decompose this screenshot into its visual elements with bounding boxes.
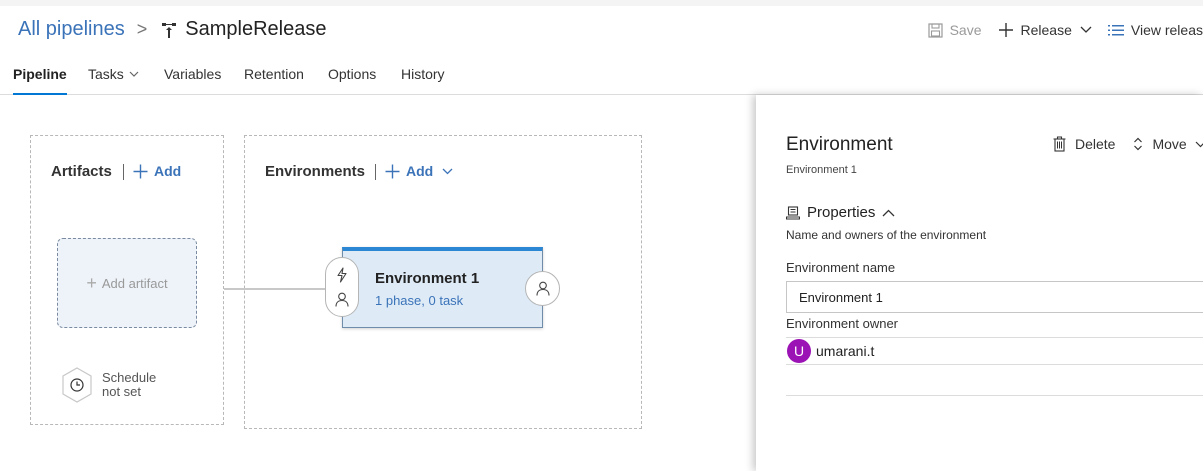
release-pipeline-icon (162, 22, 177, 38)
tab-bar: Pipeline Tasks Variables Retention Optio… (0, 58, 1203, 95)
panel-title: Environment (786, 134, 893, 155)
view-releases-button[interactable]: View releas (1107, 22, 1203, 38)
add-artifact-placeholder[interactable]: + Add artifact (57, 238, 197, 328)
release-label: Release (1020, 22, 1072, 38)
add-artifact-link[interactable]: Add (133, 163, 181, 179)
pre-deployment-conditions[interactable] (325, 257, 359, 317)
properties-icon (786, 205, 800, 220)
person-icon (535, 281, 550, 296)
environment-owner-picker[interactable]: U umarani.t (786, 337, 1203, 365)
environment-name-input[interactable] (786, 281, 1203, 313)
save-label: Save (949, 22, 982, 38)
pipeline-connector (224, 288, 334, 290)
add-artifact-label: Add (154, 163, 182, 179)
move-label: Move (1152, 136, 1187, 152)
chevron-down-icon (1195, 141, 1203, 147)
tab-retention-label: Retention (244, 66, 304, 82)
lightning-icon (337, 267, 347, 283)
plus-icon (385, 164, 400, 178)
environment-owner-label: Environment owner (786, 316, 898, 331)
save-button[interactable]: Save (927, 22, 982, 38)
owner-name: umarani.t (816, 343, 875, 359)
tab-variables[interactable]: Variables (164, 66, 221, 82)
clock-icon (62, 367, 92, 403)
page-title: SampleRelease (185, 18, 327, 40)
schedule-line1: Schedule (102, 370, 157, 385)
add-environment-link[interactable]: Add (385, 163, 453, 179)
plus-icon: + (86, 272, 97, 293)
environment-name-label: Environment name (786, 260, 896, 275)
person-icon (335, 292, 349, 307)
title-divider (123, 164, 124, 180)
page-header: All pipelines > SampleRelease Save Relea… (0, 6, 1203, 54)
tab-tasks-label: Tasks (88, 66, 124, 82)
trash-icon (1053, 136, 1066, 152)
chevron-down-icon (1080, 26, 1092, 33)
environment-card-title: Environment 1 (375, 270, 480, 287)
environment-card-summary[interactable]: 1 phase, 0 task (375, 293, 463, 308)
chevron-down-icon (442, 168, 453, 174)
add-environment-label: Add (406, 163, 434, 179)
properties-description: Name and owners of the environment (786, 228, 987, 242)
release-button[interactable]: Release (998, 22, 1092, 38)
header-actions: Save Release View releas (912, 22, 1203, 38)
chevron-up-icon (882, 209, 895, 216)
tab-pipeline[interactable]: Pipeline (13, 66, 67, 95)
chevron-down-icon (129, 71, 139, 77)
schedule-line2: not set (102, 384, 142, 399)
tab-retention[interactable]: Retention (244, 66, 304, 82)
panel-actions: Delete Move (1053, 136, 1203, 152)
move-button[interactable]: Move (1133, 136, 1203, 152)
breadcrumb: All pipelines > SampleRelease (18, 18, 326, 41)
tab-pipeline-label: Pipeline (13, 66, 67, 82)
properties-section-toggle[interactable]: Properties (786, 204, 902, 221)
view-releases-label: View releas (1130, 22, 1203, 38)
delete-label: Delete (1075, 136, 1116, 152)
schedule-trigger[interactable]: Schedule not set (60, 366, 156, 404)
tab-tasks[interactable]: Tasks (88, 66, 139, 82)
tab-options-label: Options (328, 66, 377, 82)
list-icon (1107, 24, 1124, 35)
plus-icon (998, 23, 1013, 37)
up-down-arrows-icon (1134, 137, 1143, 151)
breadcrumb-separator: > (136, 19, 148, 39)
plus-icon (133, 164, 148, 178)
tab-history-label: History (401, 66, 445, 82)
artifacts-title: Artifacts (51, 163, 112, 180)
environment-card[interactable]: Environment 1 1 phase, 0 task (342, 247, 543, 328)
divider (786, 395, 1203, 396)
tab-history[interactable]: History (401, 66, 445, 82)
avatar: U (787, 339, 811, 363)
panel-subtitle: Environment 1 (786, 164, 857, 176)
save-icon (927, 22, 943, 38)
tab-variables-label: Variables (164, 66, 222, 82)
schedule-text: Schedule not set (102, 371, 156, 399)
title-divider (375, 164, 376, 180)
delete-button[interactable]: Delete (1053, 136, 1115, 152)
environment-panel: Environment Environment 1 Delete Move Pr… (756, 95, 1203, 471)
properties-title: Properties (807, 204, 876, 221)
post-deployment-approvals[interactable] (525, 271, 560, 306)
breadcrumb-all-pipelines[interactable]: All pipelines (18, 18, 125, 41)
environments-title: Environments (265, 163, 366, 180)
tab-options[interactable]: Options (328, 66, 376, 82)
add-artifact-placeholder-label: Add artifact (101, 275, 168, 291)
